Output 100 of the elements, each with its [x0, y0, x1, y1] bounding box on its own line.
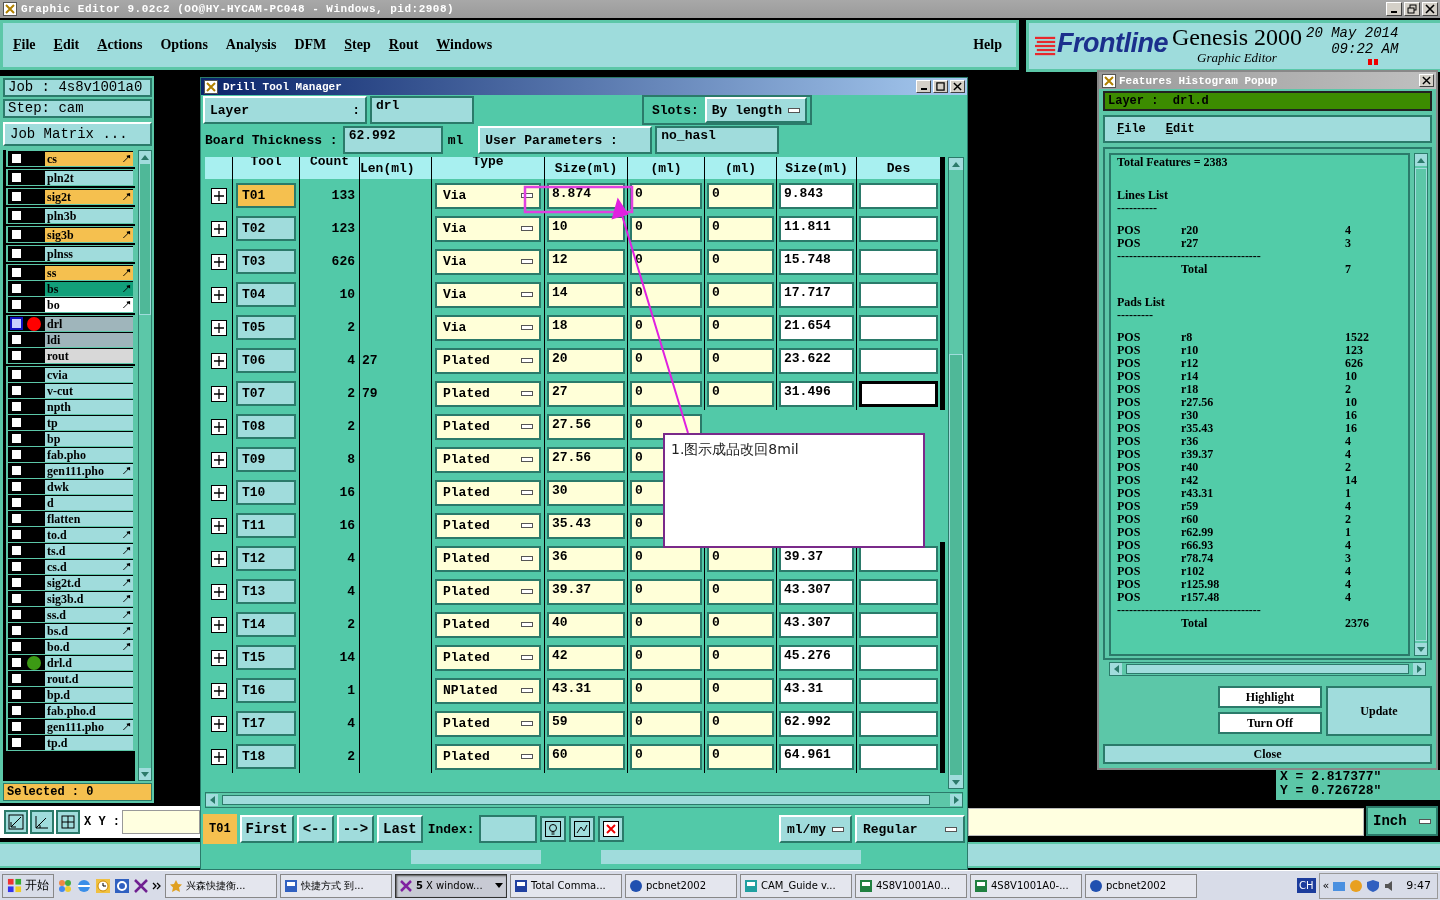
report-cell-text: r36 — [1181, 435, 1200, 448]
table-cell: 16 — [300, 476, 359, 509]
report-cell-text: 2 — [1345, 383, 1352, 396]
report-cell-text: 4 — [1345, 224, 1352, 237]
date-text: 20 May 2014 — [1306, 25, 1399, 41]
report-cell-text: Total — [1181, 263, 1209, 276]
separator-line: ------------------------------------ — [1117, 604, 1262, 617]
section-underline: --------- — [1117, 309, 1154, 322]
report-cell-text: POS — [1117, 383, 1142, 396]
report-cell-text: 4 — [1345, 500, 1352, 513]
report-cell-text: POS — [1117, 591, 1142, 604]
job-name: Job : 4s8v1001a0 — [3, 78, 152, 97]
product-name: Genesis 2000 — [1172, 23, 1302, 51]
label-colon: : — [352, 102, 360, 118]
section-title: Pads List — [1117, 296, 1166, 309]
report-cell-text: r43.31 — [1181, 487, 1215, 500]
report-cell-text: 4 — [1345, 591, 1352, 604]
report-cell-text: 4 — [1345, 448, 1352, 461]
report-cell-text: 10 — [1345, 370, 1358, 383]
report-cell-text: 626 — [1345, 357, 1364, 370]
report-cell-text: POS — [1117, 539, 1142, 552]
report-cell-text: r66.93 — [1181, 539, 1215, 552]
report-cell-text: 2 — [1345, 513, 1352, 526]
report-cell-text: r35.43 — [1181, 422, 1215, 435]
table-cell: 123 — [300, 212, 359, 245]
layer-bar: Layer : drl.d — [1103, 91, 1432, 111]
report-cell-text: r59 — [1181, 500, 1200, 513]
column-header: Type — [432, 157, 544, 179]
report-cell-text: 4 — [1345, 539, 1352, 552]
comment-tooltip: 1.图示成品改回8mil — [663, 433, 925, 548]
report-cell-text: POS — [1117, 344, 1142, 357]
time-text: 09:22 AM — [1331, 41, 1399, 57]
report-cell-text: r14 — [1181, 370, 1200, 383]
report-cell-text: 3 — [1345, 237, 1352, 250]
report-cell-text: r39.37 — [1181, 448, 1215, 461]
window-title: Features Histogram Popup — [1119, 74, 1278, 87]
table-cell: 79 — [360, 377, 431, 410]
report-cell-text: r42 — [1181, 474, 1200, 487]
column-header: Count — [300, 157, 359, 179]
report-cell-text: POS — [1117, 500, 1142, 513]
column-header: (ml) — [628, 157, 704, 179]
report-cell-text: POS — [1117, 513, 1142, 526]
report-cell-text: 4 — [1345, 435, 1352, 448]
table-cell: 27 — [360, 344, 431, 377]
report-cell-text: r20 — [1181, 224, 1200, 237]
column-header: Size(ml) — [777, 157, 856, 179]
field-label: Layer — [210, 102, 249, 118]
column-header: Len(ml) — [360, 157, 431, 179]
table-cell: 4 — [300, 542, 359, 575]
table-cell: 4 — [300, 707, 359, 740]
table-cell: 2 — [300, 311, 359, 344]
table-cell: 626 — [300, 245, 359, 278]
column-header: Size(ml) — [545, 157, 627, 179]
index-label: Index: — [426, 821, 476, 837]
logo-text: Frontline — [1057, 28, 1168, 59]
window-title: Graphic Editor 9.02c2 (OO@HY-HYCAM-PC048 - Windows, pid:2908) — [21, 3, 455, 15]
report-cell-text: r62.99 — [1181, 526, 1215, 539]
report-cell-text: r102 — [1181, 565, 1206, 578]
report-cell-text: POS — [1117, 237, 1142, 250]
product-subtitle: Graphic Editor — [1197, 51, 1277, 65]
xy-label: X Y : — [84, 815, 120, 829]
report-cell-text: 7 — [1345, 263, 1352, 276]
report-cell-text: 2 — [1345, 461, 1352, 474]
report-cell-text: POS — [1117, 578, 1142, 591]
report-cell-text: POS — [1117, 396, 1142, 409]
report-cell-text: 1522 — [1345, 331, 1370, 344]
y-coordinate: Y = 0.726728" — [1280, 784, 1383, 798]
table-cell: 4 — [300, 344, 359, 377]
table-cell: 2 — [300, 740, 359, 773]
section-underline: ---------- — [1117, 202, 1158, 215]
report-cell-text: POS — [1117, 422, 1142, 435]
report-cell-text: 2376 — [1345, 617, 1370, 630]
table-cell: 10 — [300, 278, 359, 311]
table-cell: 133 — [300, 179, 359, 212]
section-title: Lines List — [1117, 189, 1169, 202]
table-cell: 1 — [300, 674, 359, 707]
report-cell-text: r12 — [1181, 357, 1200, 370]
report-cell-text: r40 — [1181, 461, 1200, 474]
column-header: (ml) — [705, 157, 776, 179]
table-cell: 16 — [300, 509, 359, 542]
report-cell-text: POS — [1117, 552, 1142, 565]
report-cell-text: POS — [1117, 409, 1142, 422]
report-cell-text: 16 — [1345, 422, 1358, 435]
report-cell-text: r27 — [1181, 237, 1200, 250]
unit-label: ml — [446, 132, 465, 148]
report-cell-text: 10 — [1345, 396, 1358, 409]
report-cell-text: r78.74 — [1181, 552, 1215, 565]
report-cell-text: 1 — [1345, 487, 1352, 500]
report-cell-text: 1 — [1345, 526, 1352, 539]
report-cell-text: r10 — [1181, 344, 1200, 357]
report-cell-text: POS — [1117, 370, 1142, 383]
table-cell: 2 — [300, 410, 359, 443]
thickness-label: Board Thickness : — [204, 132, 339, 148]
separator-line: ------------------------------------ — [1117, 250, 1262, 263]
report-cell-text: POS — [1117, 487, 1142, 500]
report-cell-text: 4 — [1345, 565, 1352, 578]
report-cell-text: POS — [1117, 357, 1142, 370]
report-cell-text: 14 — [1345, 474, 1358, 487]
report-cell-text: POS — [1117, 461, 1142, 474]
report-cell-text: 16 — [1345, 409, 1358, 422]
